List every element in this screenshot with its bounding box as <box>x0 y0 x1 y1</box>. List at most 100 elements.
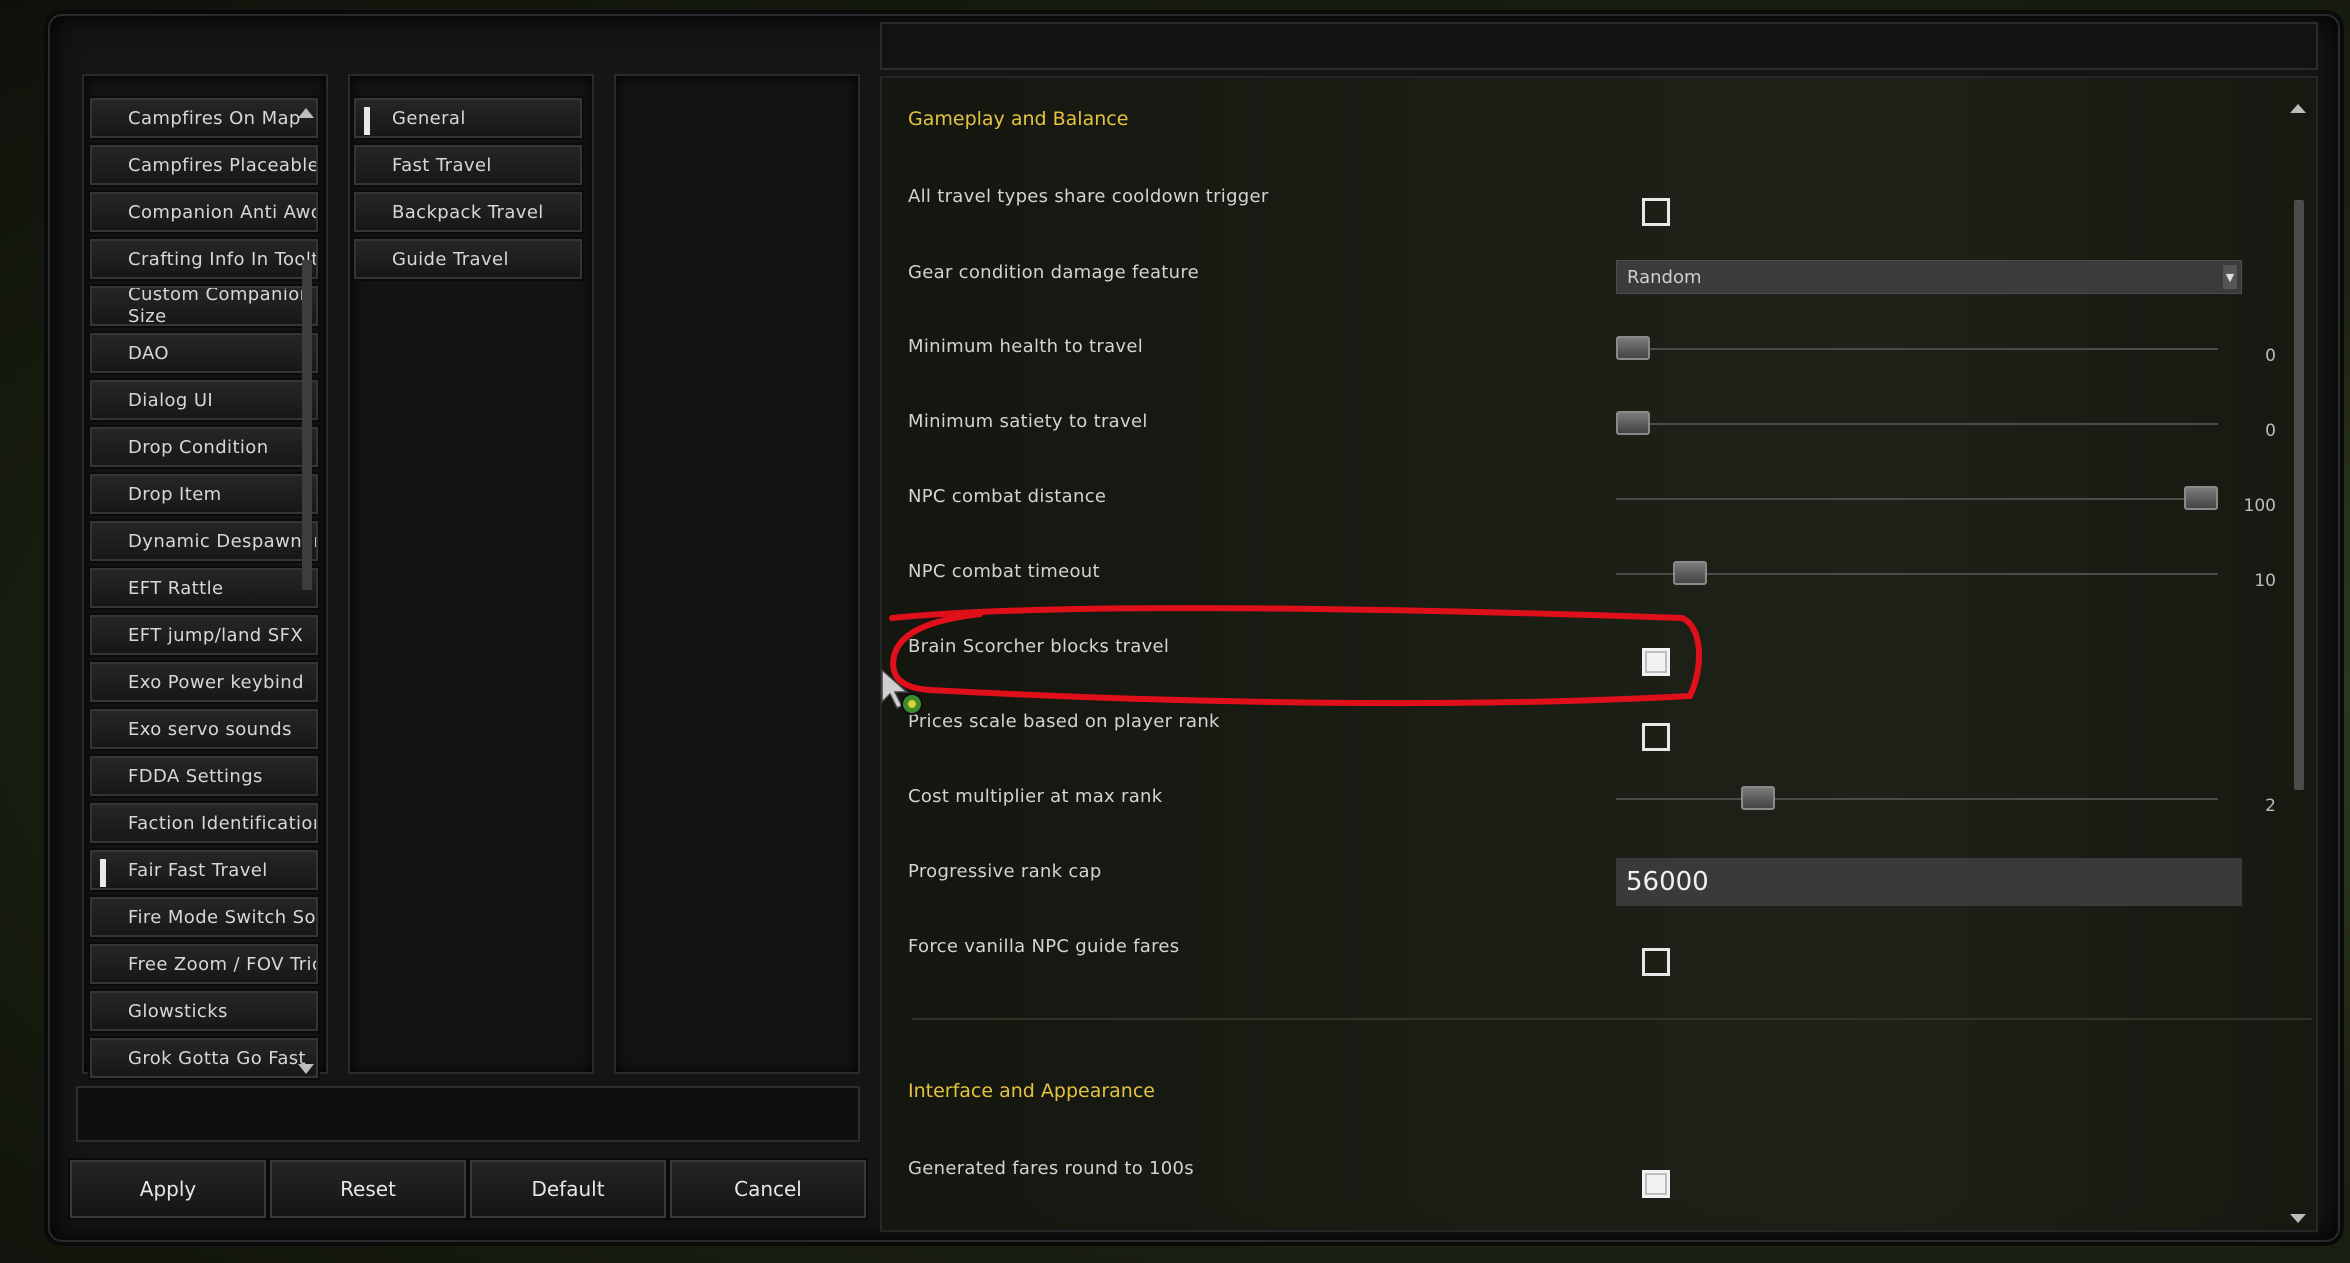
mod-list-item-label: Drop Condition <box>128 436 269 458</box>
mod-list-scroll-down-icon[interactable] <box>298 1064 314 1074</box>
min-satiety-slider-thumb[interactable] <box>1616 411 1650 435</box>
rank-cap-label: Progressive rank cap <box>908 861 1102 882</box>
mod-list-item[interactable]: Exo servo sounds <box>88 707 320 751</box>
mod-list-item-label: Glowsticks <box>128 1000 228 1022</box>
mod-list-item[interactable]: Fair Fast Travel <box>88 848 320 892</box>
npc-distance-slider-thumb[interactable] <box>2184 486 2218 510</box>
min-satiety-value: 0 <box>2265 421 2276 441</box>
mod-list-item-label: Grok Gotta Go Fast <box>128 1047 306 1069</box>
mod-list-item[interactable]: Companion Anti Awol <box>88 190 320 234</box>
tab-label: General <box>392 107 466 129</box>
settings-header-bar <box>880 22 2318 70</box>
tab-general[interactable]: General <box>352 96 584 140</box>
mod-list-item-label: Faction Identification <box>128 812 318 834</box>
selected-indicator <box>100 859 106 887</box>
cost-multiplier-slider-thumb[interactable] <box>1740 786 1775 810</box>
settings-scroll-up-icon[interactable] <box>2290 104 2306 113</box>
round-fares-checkbox[interactable] <box>1642 1170 1670 1198</box>
mod-list-item-label: Exo servo sounds <box>128 718 292 740</box>
mod-list-item-label: FDDA Settings <box>128 765 263 787</box>
vanilla-npc-fares-label: Force vanilla NPC guide fares <box>908 936 1180 957</box>
rank-cap-input[interactable]: 56000 <box>1616 858 2242 906</box>
red-highlight-annotation <box>889 605 1702 707</box>
prices-scale-checkbox[interactable] <box>1642 723 1670 751</box>
mod-list-item[interactable]: Fire Mode Switch Sounds <box>88 895 320 939</box>
mod-list-item-label: Campfires Placeable <box>128 154 318 176</box>
mod-list-item[interactable]: EFT jump/land SFX <box>88 613 320 657</box>
mod-list-item-label: EFT Rattle <box>128 577 224 599</box>
mod-list-item-label: Crafting Info In Tooltips <box>128 248 318 270</box>
description-box <box>76 1086 860 1142</box>
mod-list-item-label: Exo Power keybind <box>128 671 304 693</box>
min-satiety-slider[interactable] <box>1616 423 2218 425</box>
mod-list-item[interactable]: Campfires On Map <box>88 96 320 140</box>
min-health-value: 0 <box>2265 346 2276 366</box>
cost-multiplier-slider[interactable] <box>1616 798 2218 800</box>
mod-list-item[interactable]: EFT Rattle <box>88 566 320 610</box>
mod-list-item-label: Companion Anti Awol <box>128 201 318 223</box>
settings-scroll-down-icon[interactable] <box>2290 1214 2306 1223</box>
tab-fast-travel[interactable]: Fast Travel <box>352 143 584 187</box>
npc-timeout-slider-thumb[interactable] <box>1672 561 1707 585</box>
mod-list-item[interactable]: Free Zoom / FOV Tricks <box>88 942 320 986</box>
mod-list-item-label: Dynamic Despawner <box>128 530 318 552</box>
mod-list-item[interactable]: FDDA Settings <box>88 754 320 798</box>
npc-distance-value: 100 <box>2243 496 2276 516</box>
mod-list-scrollbar[interactable] <box>302 260 312 590</box>
npc-timeout-value: 10 <box>2254 571 2276 591</box>
chevron-down-icon: ▼ <box>2223 265 2237 289</box>
tab-backpack-travel[interactable]: Backpack Travel <box>352 190 584 234</box>
gear-condition-value: Random <box>1627 266 1702 288</box>
mod-list-item[interactable]: Custom Companion SquadSize <box>88 284 320 328</box>
cost-multiplier-label: Cost multiplier at max rank <box>908 786 1163 807</box>
mod-list-item-label: Campfires On Map <box>128 107 301 129</box>
selected-indicator <box>364 107 370 135</box>
mod-list-item[interactable]: Faction Identification <box>88 801 320 845</box>
share-cooldown-checkbox[interactable] <box>1642 198 1670 226</box>
gear-condition-dropdown[interactable]: Random ▼ <box>1616 260 2242 294</box>
section-divider <box>912 1018 2312 1020</box>
min-health-label: Minimum health to travel <box>908 336 1144 357</box>
mod-list-item-label: Fire Mode Switch Sounds <box>128 906 316 928</box>
empty-panel <box>614 74 860 1074</box>
tab-guide-travel[interactable]: Guide Travel <box>352 237 584 281</box>
min-satiety-label: Minimum satiety to travel <box>908 411 1148 432</box>
round-fares-label: Generated fares round to 100s <box>908 1158 1194 1179</box>
mod-list-item[interactable]: Crafting Info In Tooltips <box>88 237 320 281</box>
mod-list-scroll-up-icon[interactable] <box>298 108 314 118</box>
mod-list-item[interactable]: Drop Condition <box>88 425 320 469</box>
tab-label: Guide Travel <box>392 248 509 270</box>
gear-condition-label: Gear condition damage feature <box>908 262 1200 283</box>
mod-list-item[interactable]: Dynamic Despawner <box>88 519 320 563</box>
mod-list-item[interactable]: Campfires Placeable <box>88 143 320 187</box>
share-cooldown-label: All travel types share cooldown trigger <box>908 186 1269 207</box>
npc-timeout-label: NPC combat timeout <box>908 561 1100 582</box>
mod-list-item[interactable]: DAO <box>88 331 320 375</box>
vanilla-npc-fares-checkbox[interactable] <box>1642 948 1670 976</box>
cost-multiplier-value: 2 <box>2265 796 2276 816</box>
reset-button[interactable]: Reset <box>268 1158 468 1220</box>
settings-scrollbar[interactable] <box>2294 200 2304 790</box>
cancel-button[interactable]: Cancel <box>668 1158 868 1220</box>
mod-list-item[interactable]: Exo Power keybind <box>88 660 320 704</box>
mod-list-item[interactable]: Drop Item <box>88 472 320 516</box>
default-button[interactable]: Default <box>468 1158 668 1220</box>
mod-list-item[interactable]: Glowsticks <box>88 989 320 1033</box>
tab-label: Fast Travel <box>392 154 492 176</box>
section-title-interface: Interface and Appearance <box>908 1080 1155 1102</box>
mod-list-item-label: Fair Fast Travel <box>128 859 268 881</box>
section-title-gameplay: Gameplay and Balance <box>908 108 1129 130</box>
mod-list-item-label: DAO <box>128 342 169 364</box>
min-health-slider[interactable] <box>1616 348 2218 350</box>
mod-list-item-label: Drop Item <box>128 483 222 505</box>
mod-list-item[interactable]: Dialog UI <box>88 378 320 422</box>
mod-list-item-label: Custom Companion Squad <box>128 286 316 305</box>
min-health-slider-thumb[interactable] <box>1616 336 1650 360</box>
mod-list-item-label: Dialog UI <box>128 389 214 411</box>
mod-list-item[interactable]: Grok Gotta Go Fast <box>88 1036 320 1080</box>
npc-distance-label: NPC combat distance <box>908 486 1107 507</box>
apply-button[interactable]: Apply <box>68 1158 268 1220</box>
npc-distance-slider[interactable] <box>1616 498 2218 500</box>
mod-list-item-label-line2: Size <box>128 306 167 326</box>
mod-list-item-label: EFT jump/land SFX <box>128 624 304 646</box>
